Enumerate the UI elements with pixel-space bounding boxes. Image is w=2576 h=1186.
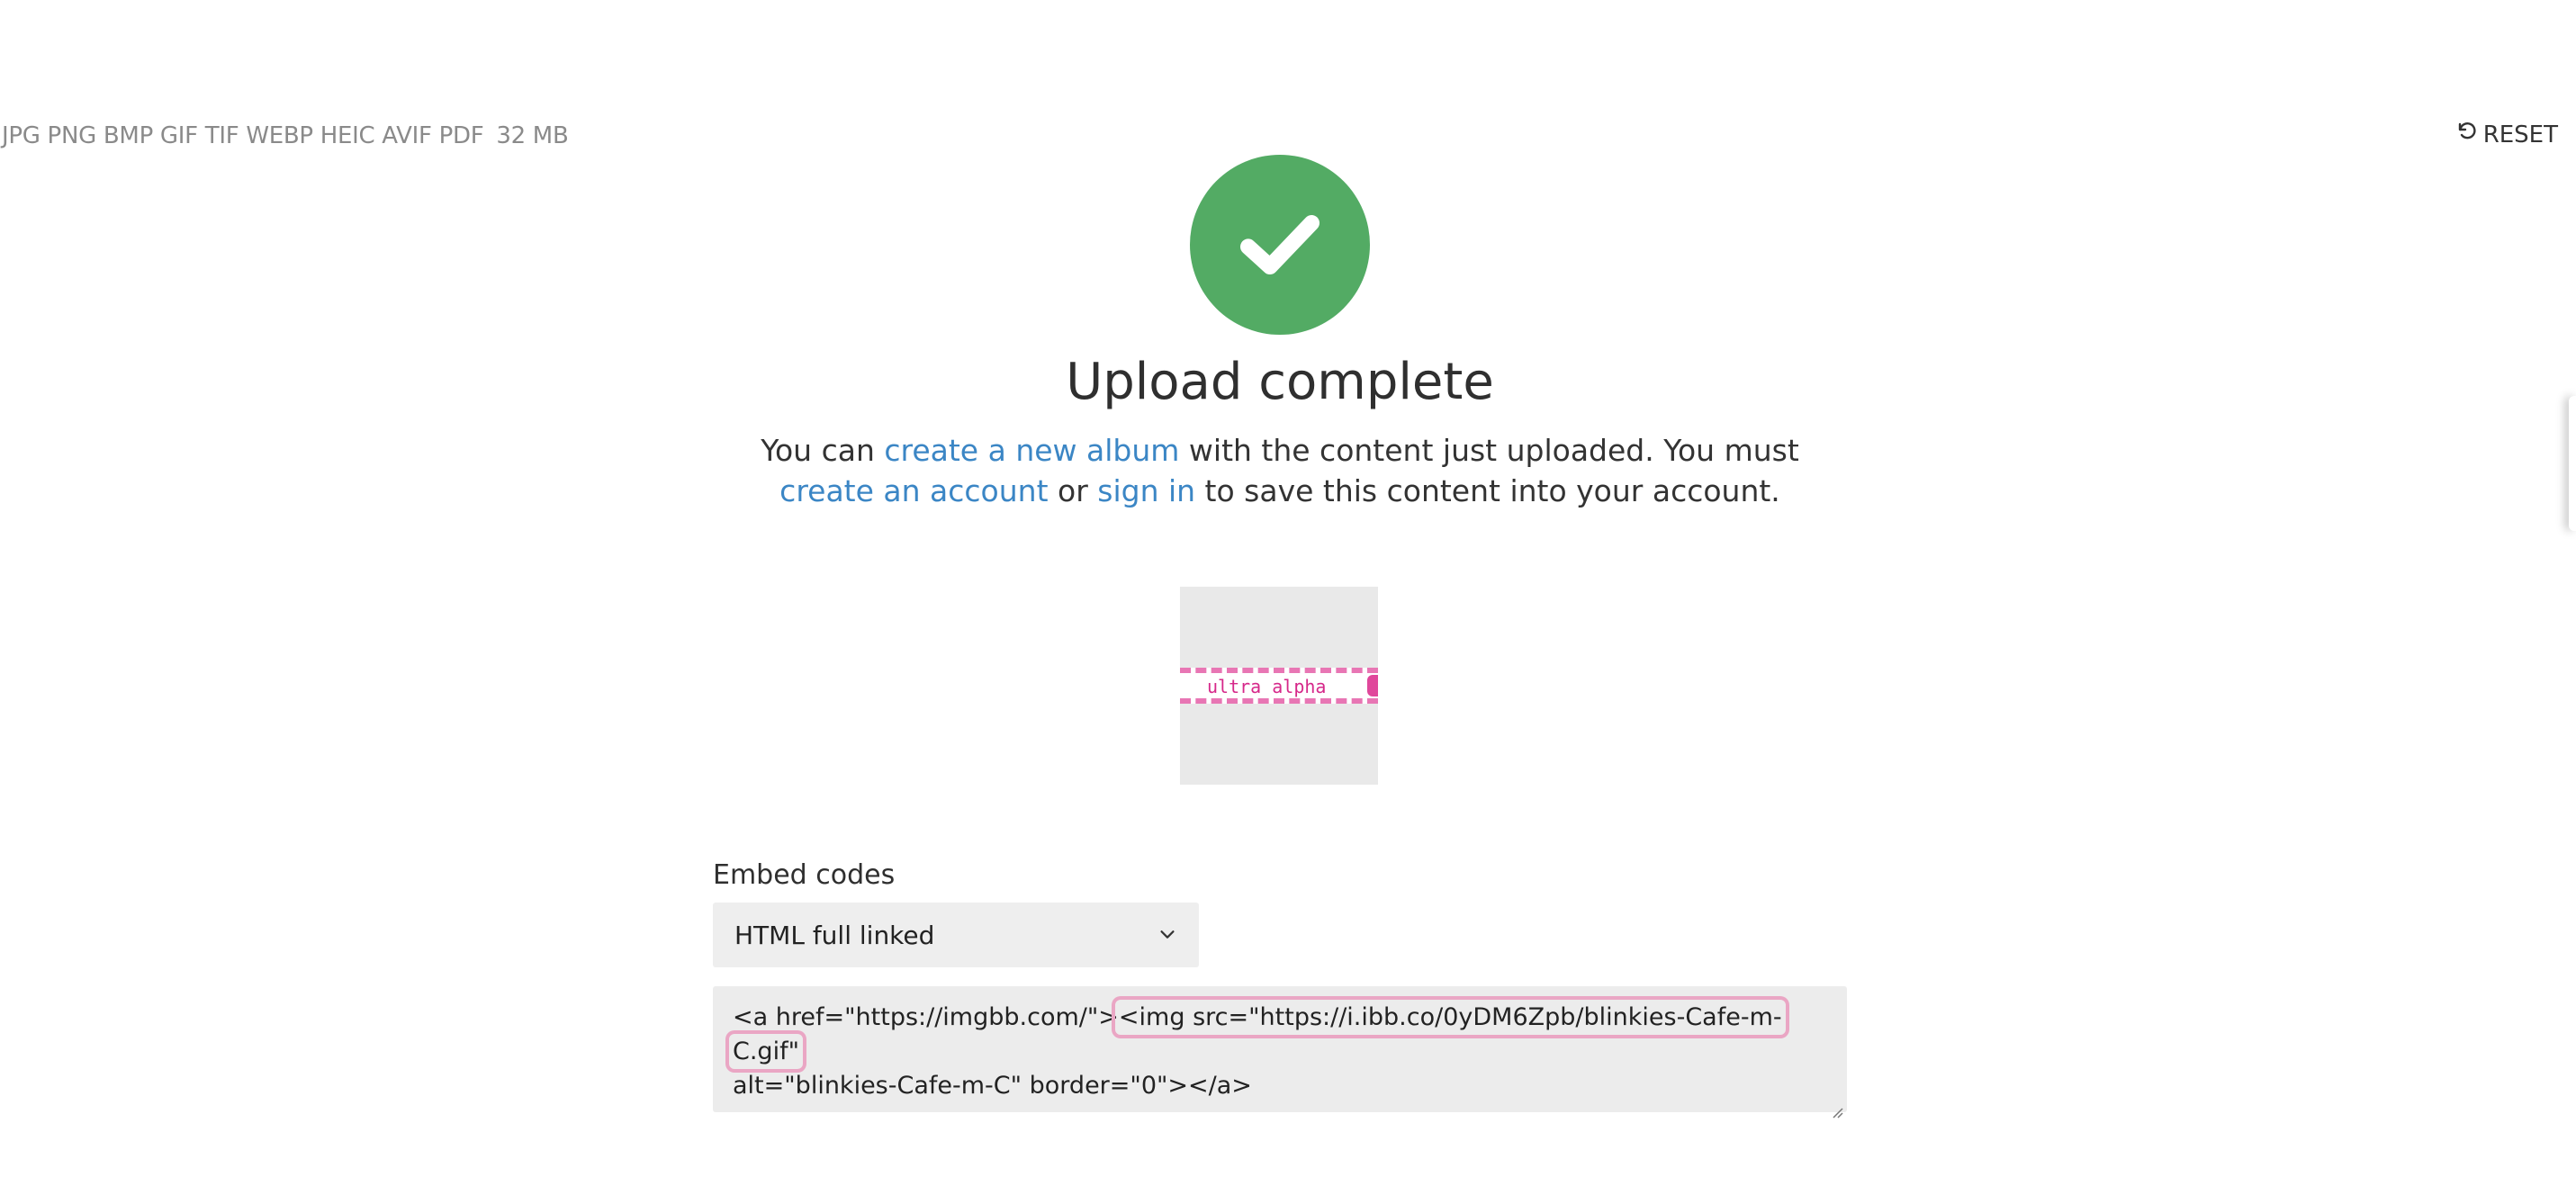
upload-message: You can create a new album with the cont…	[720, 430, 1840, 511]
side-panel-edge	[2569, 396, 2576, 531]
undo-icon	[2456, 121, 2478, 148]
chevron-down-icon	[1157, 921, 1177, 950]
reset-label: RESET	[2482, 121, 2558, 148]
embed-code-type-select[interactable]: HTML full linked	[713, 903, 1199, 967]
embed-code-textarea[interactable]: <a href="https://imgbb.com/"><img src="h…	[713, 986, 1847, 1119]
message-text-1: You can	[761, 433, 885, 468]
message-text-2: with the content just uploaded. You must	[1179, 433, 1799, 468]
message-text-4: to save this content into your account.	[1195, 473, 1780, 508]
upload-complete-title: Upload complete	[1066, 353, 1494, 411]
create-account-link[interactable]: create an account	[779, 473, 1048, 508]
success-check-icon	[1190, 155, 1370, 335]
embed-code-end: alt="blinkies-Cafe-m-C" border="0"></a>	[733, 1072, 1252, 1100]
message-text-3: or	[1048, 473, 1098, 508]
embed-code-start: <a href="https://imgbb.com/">	[733, 1003, 1119, 1031]
banner-text: ultra alpha	[1207, 676, 1327, 697]
resize-handle-icon[interactable]	[1829, 1094, 1843, 1119]
max-file-size: 32 MB	[496, 122, 569, 149]
reset-button[interactable]: RESET	[2456, 121, 2558, 148]
blinkie-banner: ultra alpha	[1180, 668, 1378, 704]
formats-list: JPG PNG BMP GIF TIF WEBP HEIC AVIF PDF	[2, 122, 484, 149]
supported-formats: JPG PNG BMP GIF TIF WEBP HEIC AVIF PDF 32…	[2, 122, 569, 149]
embed-codes-label: Embed codes	[713, 859, 896, 891]
banner-end-decoration	[1367, 675, 1378, 696]
selected-embed-type: HTML full linked	[734, 920, 935, 950]
create-album-link[interactable]: create a new album	[884, 433, 1179, 468]
sign-in-link[interactable]: sign in	[1097, 473, 1195, 508]
uploaded-image-thumbnail[interactable]: ultra alpha	[1180, 587, 1378, 785]
